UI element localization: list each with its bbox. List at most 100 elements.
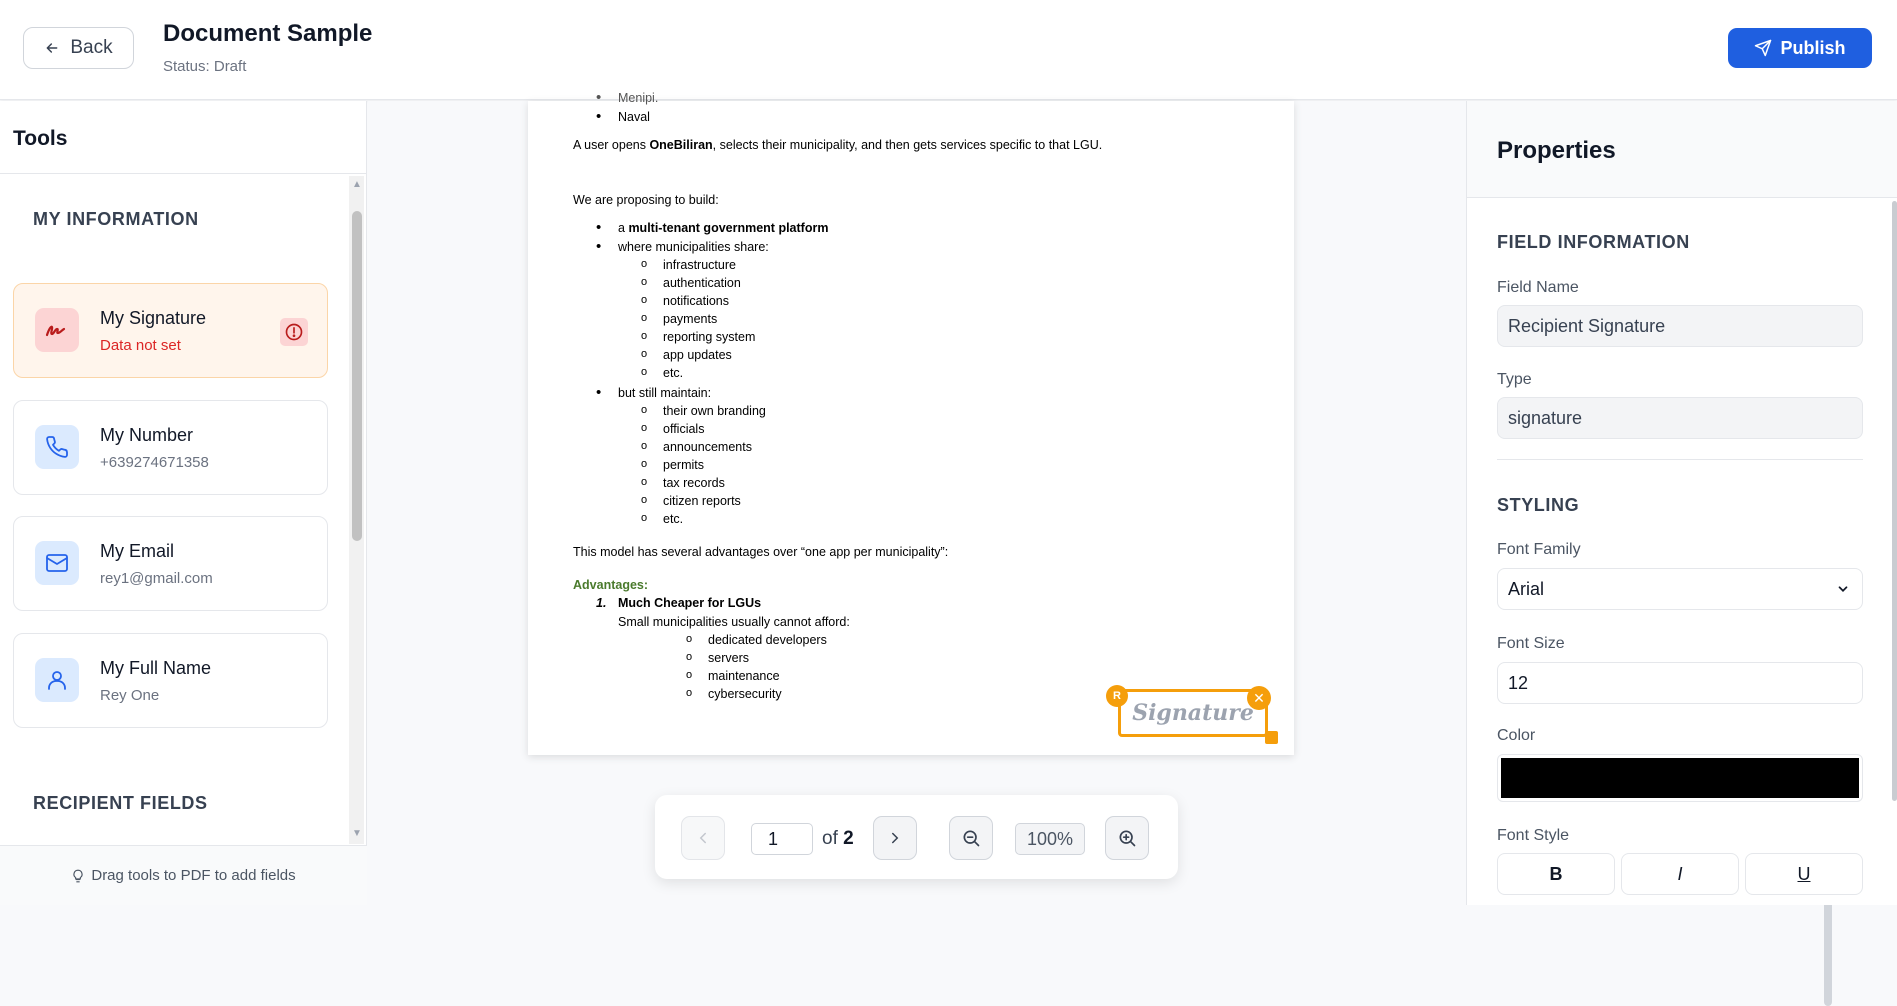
- doc-sublist-item: maintenance: [686, 669, 779, 683]
- type-input[interactable]: signature: [1497, 397, 1863, 439]
- my-information-heading: MY INFORMATION: [33, 209, 199, 229]
- doc-sublist-item: tax records: [641, 476, 725, 490]
- back-label: Back: [70, 37, 113, 58]
- back-button[interactable]: Back: [23, 27, 134, 69]
- tool-subtitle: Data not set: [100, 337, 181, 354]
- publish-button[interactable]: Publish: [1728, 28, 1872, 68]
- doc-sublist-item: authentication: [641, 276, 741, 290]
- styling-heading: STYLING: [1497, 495, 1580, 515]
- properties-title: Properties: [1497, 137, 1616, 164]
- doc-sublist-item: dedicated developers: [686, 633, 827, 647]
- lightbulb-icon: [73, 869, 83, 882]
- color-label: Color: [1497, 727, 1536, 744]
- signature-field[interactable]: Signature: [1118, 689, 1268, 737]
- type-label: Type: [1497, 371, 1532, 388]
- doc-text-bold: OneBiliran: [649, 138, 713, 152]
- doc-list-item: but still maintain:: [596, 384, 711, 401]
- zoom-out-button[interactable]: [949, 816, 993, 860]
- doc-sublist-item: citizen reports: [641, 494, 741, 508]
- page-controls: of 2 100%: [655, 795, 1178, 879]
- font-size-label: Font Size: [1497, 635, 1565, 652]
- doc-text: Small municipalities usually cannot affo…: [618, 615, 850, 629]
- tool-my-number[interactable]: My Number +639274671358: [13, 400, 328, 495]
- chevron-left-icon: [699, 832, 706, 844]
- chevron-down-icon: [1838, 586, 1848, 592]
- color-picker[interactable]: [1497, 754, 1863, 802]
- doc-sublist-item: their own branding: [641, 404, 766, 418]
- doc-list-item: where municipalities share:: [596, 238, 769, 255]
- font-family-label: Font Family: [1497, 541, 1581, 558]
- next-page-button[interactable]: [873, 816, 917, 860]
- tools-panel: Tools MY INFORMATION My Signature Data n…: [0, 101, 367, 905]
- page-number-input[interactable]: [751, 823, 813, 855]
- of-label: of: [822, 828, 838, 849]
- font-family-select[interactable]: Arial: [1497, 568, 1863, 610]
- doc-sublist-item: infrastructure: [641, 258, 736, 272]
- doc-sublist-item: etc.: [641, 366, 683, 380]
- page-total: of 2: [822, 828, 854, 850]
- doc-sublist-item: etc.: [641, 512, 683, 526]
- field-information-heading: FIELD INFORMATION: [1497, 232, 1690, 252]
- document-title: Document Sample: [163, 20, 373, 47]
- resize-handle[interactable]: [1265, 731, 1278, 744]
- bold-button[interactable]: B: [1497, 853, 1615, 895]
- doc-list-number: 1.: [596, 596, 607, 610]
- tools-hint: Drag tools to PDF to add fields: [91, 867, 296, 884]
- publish-label: Publish: [1780, 37, 1846, 58]
- previous-page-button[interactable]: [681, 816, 725, 860]
- tools-title: Tools: [13, 127, 68, 150]
- tool-my-full-name[interactable]: My Full Name Rey One: [13, 633, 328, 728]
- field-name-input[interactable]: Recipient Signature: [1497, 305, 1863, 347]
- mail-icon: [35, 541, 79, 585]
- properties-scrollbar[interactable]: [1892, 201, 1897, 801]
- doc-text: Menipi.: [596, 89, 658, 106]
- divider: [1497, 459, 1863, 460]
- pdf-canvas[interactable]: Menipi. Naval A user opens OneBiliran, s…: [368, 89, 1832, 1006]
- recipient-badge: R: [1106, 685, 1128, 707]
- font-family-value: Arial: [1508, 578, 1545, 599]
- tools-scroll-thumb[interactable]: [352, 211, 362, 541]
- tool-title: My Number: [100, 425, 194, 445]
- remove-field-close-icon[interactable]: ✕: [1247, 686, 1271, 710]
- doc-text-bold: Much Cheaper for LGUs: [618, 596, 762, 610]
- pdf-page[interactable]: Menipi. Naval A user opens OneBiliran, s…: [528, 89, 1294, 755]
- doc-heading: Advantages:: [573, 578, 649, 592]
- doc-text: A user opens: [573, 138, 650, 152]
- doc-sublist-item: payments: [641, 312, 717, 326]
- arrow-left-icon: [46, 43, 58, 53]
- doc-text: We are proposing to build:: [573, 193, 719, 207]
- recipient-fields-heading: RECIPIENT FIELDS: [33, 793, 208, 813]
- font-size-input[interactable]: 12: [1497, 662, 1863, 704]
- tool-title: My Signature: [100, 308, 207, 328]
- doc-text: a: [618, 221, 629, 235]
- send-icon: [1755, 39, 1772, 57]
- doc-sublist-item: announcements: [641, 440, 752, 454]
- tool-subtitle: +639274671358: [100, 454, 209, 471]
- total-pages: 2: [843, 828, 854, 849]
- tool-my-email[interactable]: My Email rey1@gmail.com: [13, 516, 328, 611]
- tool-my-signature[interactable]: My Signature Data not set: [13, 283, 328, 378]
- signature-icon: [35, 308, 79, 352]
- doc-sublist-item: notifications: [641, 294, 729, 308]
- italic-button[interactable]: I: [1621, 853, 1739, 895]
- doc-text-bold: multi-tenant government platform: [628, 221, 829, 235]
- divider: [0, 173, 367, 174]
- zoom-out-icon: [963, 830, 980, 847]
- zoom-in-button[interactable]: [1105, 816, 1149, 860]
- doc-sublist-item: app updates: [641, 348, 732, 362]
- document-status: Status: Draft: [163, 58, 247, 75]
- doc-paragraph: A user opens OneBiliran, selects their m…: [573, 138, 1102, 152]
- font-style-label: Font Style: [1497, 827, 1570, 844]
- user-icon: [35, 658, 79, 702]
- scroll-down-arrow-icon[interactable]: ▼: [352, 828, 362, 839]
- tool-title: My Email: [100, 541, 175, 561]
- signature-placeholder: Signature: [1132, 700, 1254, 726]
- chevron-right-icon: [892, 832, 899, 844]
- color-swatch-fill: [1501, 758, 1859, 798]
- zoom-level: 100%: [1015, 823, 1085, 855]
- underline-button[interactable]: U: [1745, 853, 1863, 895]
- field-name-label: Field Name: [1497, 279, 1579, 296]
- scroll-up-arrow-icon[interactable]: ▲: [352, 179, 362, 190]
- doc-sublist-item: servers: [686, 651, 749, 665]
- tool-subtitle: rey1@gmail.com: [100, 570, 213, 587]
